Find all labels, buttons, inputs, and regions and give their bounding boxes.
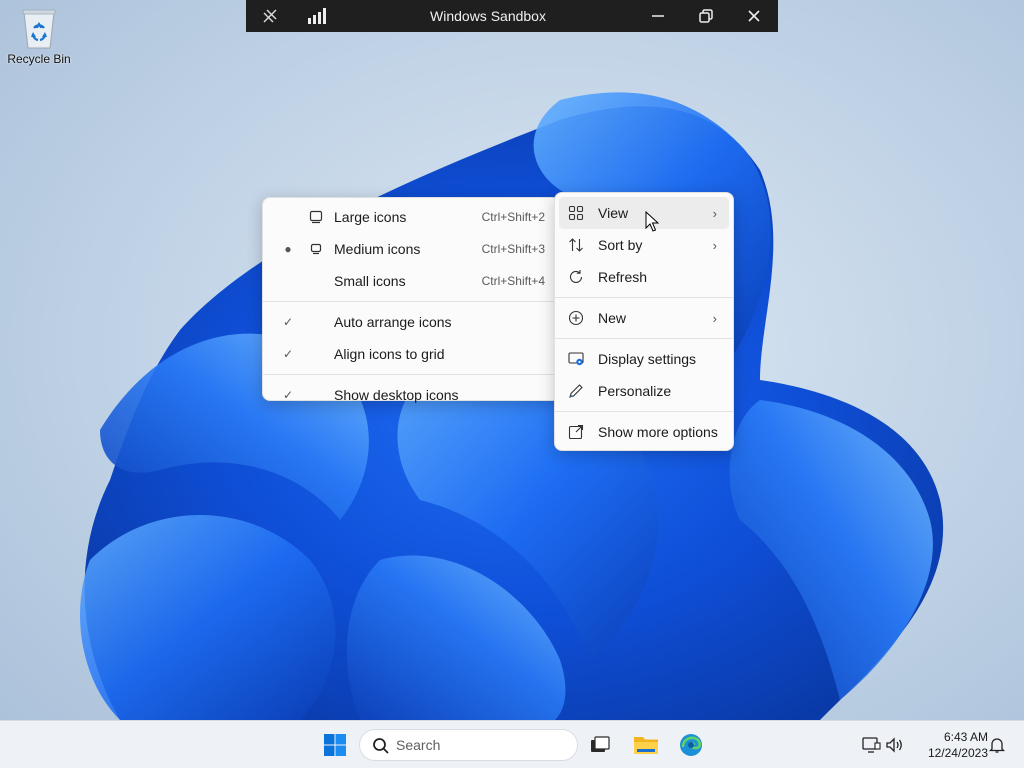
menu-item-label: Sort by	[598, 237, 643, 253]
menu-item-label: Show more options	[598, 424, 718, 440]
menu-item-label: Align icons to grid	[334, 346, 445, 362]
shortcut-text: Ctrl+Shift+2	[481, 210, 545, 224]
chevron-right-icon: ›	[712, 310, 717, 326]
sandbox-title-bar: Windows Sandbox	[246, 0, 778, 32]
view-submenu: Large icons Ctrl+Shift+2 ● Medium icons …	[262, 197, 560, 403]
display-icon	[567, 350, 585, 368]
volume-tray-icon[interactable]	[884, 735, 906, 755]
mouse-cursor-icon	[645, 211, 659, 232]
menu-item-sort-by[interactable]: Sort by ›	[559, 229, 729, 261]
menu-item-label: Large icons	[334, 209, 407, 225]
grid-icon	[567, 204, 585, 222]
large-icon-icon	[307, 208, 325, 226]
start-icon	[324, 734, 346, 756]
check-icon: ✓	[282, 388, 294, 402]
search-icon	[373, 738, 389, 754]
clock-date: 12/24/2023	[927, 746, 988, 760]
menu-item-label: View	[598, 205, 629, 221]
menu-item-label: Personalize	[598, 383, 672, 399]
menu-item-display-settings[interactable]: Display settings	[559, 343, 729, 375]
menu-item-refresh[interactable]: Refresh	[559, 261, 729, 293]
menu-item-medium-icons[interactable]: ● Medium icons Ctrl+Shift+3	[267, 233, 555, 265]
close-icon[interactable]	[730, 0, 778, 32]
menu-separator	[555, 297, 733, 298]
menu-separator	[555, 338, 733, 339]
file-explorer-icon	[634, 737, 658, 754]
menu-item-label: New	[598, 310, 627, 326]
shortcut-text: Ctrl+Shift+4	[481, 274, 545, 288]
edge-icon	[680, 734, 702, 756]
menu-item-align-to-grid[interactable]: ✓ Align icons to grid	[267, 338, 555, 370]
menu-item-label: Small icons	[334, 273, 406, 289]
menu-item-auto-arrange[interactable]: ✓ Auto arrange icons	[267, 306, 555, 338]
medium-icon-icon	[307, 240, 325, 258]
external-icon	[567, 423, 585, 441]
minimize-icon[interactable]	[634, 0, 682, 32]
menu-item-new[interactable]: New ›	[559, 302, 729, 334]
menu-item-label: Refresh	[598, 269, 648, 285]
taskbar-search[interactable]: Search	[359, 729, 578, 761]
search-label: Search	[396, 737, 441, 753]
network-tray-icon[interactable]	[860, 735, 882, 755]
start-button[interactable]	[318, 729, 352, 761]
menu-separator	[555, 411, 733, 412]
recycle-bin-shortcut[interactable]: Recycle Bin	[4, 6, 74, 66]
taskbar: Search 6:43 AM 12/24/2023	[0, 720, 1024, 768]
menu-item-large-icons[interactable]: Large icons Ctrl+Shift+2	[267, 201, 555, 233]
edge-button[interactable]	[674, 729, 708, 761]
selected-bullet-icon: ●	[284, 242, 292, 256]
menu-item-view[interactable]: View ›	[559, 197, 729, 229]
menu-item-small-icons[interactable]: Small icons Ctrl+Shift+4	[267, 265, 555, 297]
menu-item-label: Medium icons	[334, 241, 421, 257]
pen-icon	[567, 382, 585, 400]
check-icon: ✓	[282, 347, 294, 361]
clock-time: 6:43 AM	[943, 730, 988, 744]
recycle-bin-icon	[22, 9, 56, 49]
menu-item-show-more-options[interactable]: Show more options	[559, 416, 729, 448]
sandbox-title: Windows Sandbox	[430, 8, 546, 24]
task-view-icon	[591, 736, 610, 752]
notification-bell-icon[interactable]	[986, 735, 1008, 755]
plus-circle-icon	[567, 309, 585, 327]
refresh-icon	[567, 268, 585, 286]
shortcut-text: Ctrl+Shift+3	[481, 242, 545, 256]
chevron-right-icon: ›	[712, 237, 717, 253]
recycle-bin-label: Recycle Bin	[7, 52, 71, 66]
menu-separator	[263, 374, 559, 375]
menu-item-label: Show desktop icons	[334, 387, 459, 403]
desktop-context-menu: View › Sort by › Refresh New › Display s…	[554, 192, 734, 451]
taskbar-clock[interactable]: 6:43 AM 12/24/2023	[912, 729, 988, 761]
menu-item-personalize[interactable]: Personalize	[559, 375, 729, 407]
ctrl-alt-del-icon[interactable]	[246, 0, 294, 32]
menu-item-label: Auto arrange icons	[334, 314, 452, 330]
menu-separator	[263, 301, 559, 302]
chevron-right-icon: ›	[712, 205, 717, 221]
menu-item-label: Display settings	[598, 351, 697, 367]
check-icon: ✓	[282, 315, 294, 329]
task-view-button[interactable]	[583, 729, 617, 761]
file-explorer-button[interactable]	[629, 729, 663, 761]
signal-icon[interactable]	[294, 0, 342, 32]
restore-icon[interactable]	[682, 0, 730, 32]
menu-item-show-desktop-icons[interactable]: ✓ Show desktop icons	[267, 379, 555, 411]
sort-icon	[567, 236, 585, 254]
